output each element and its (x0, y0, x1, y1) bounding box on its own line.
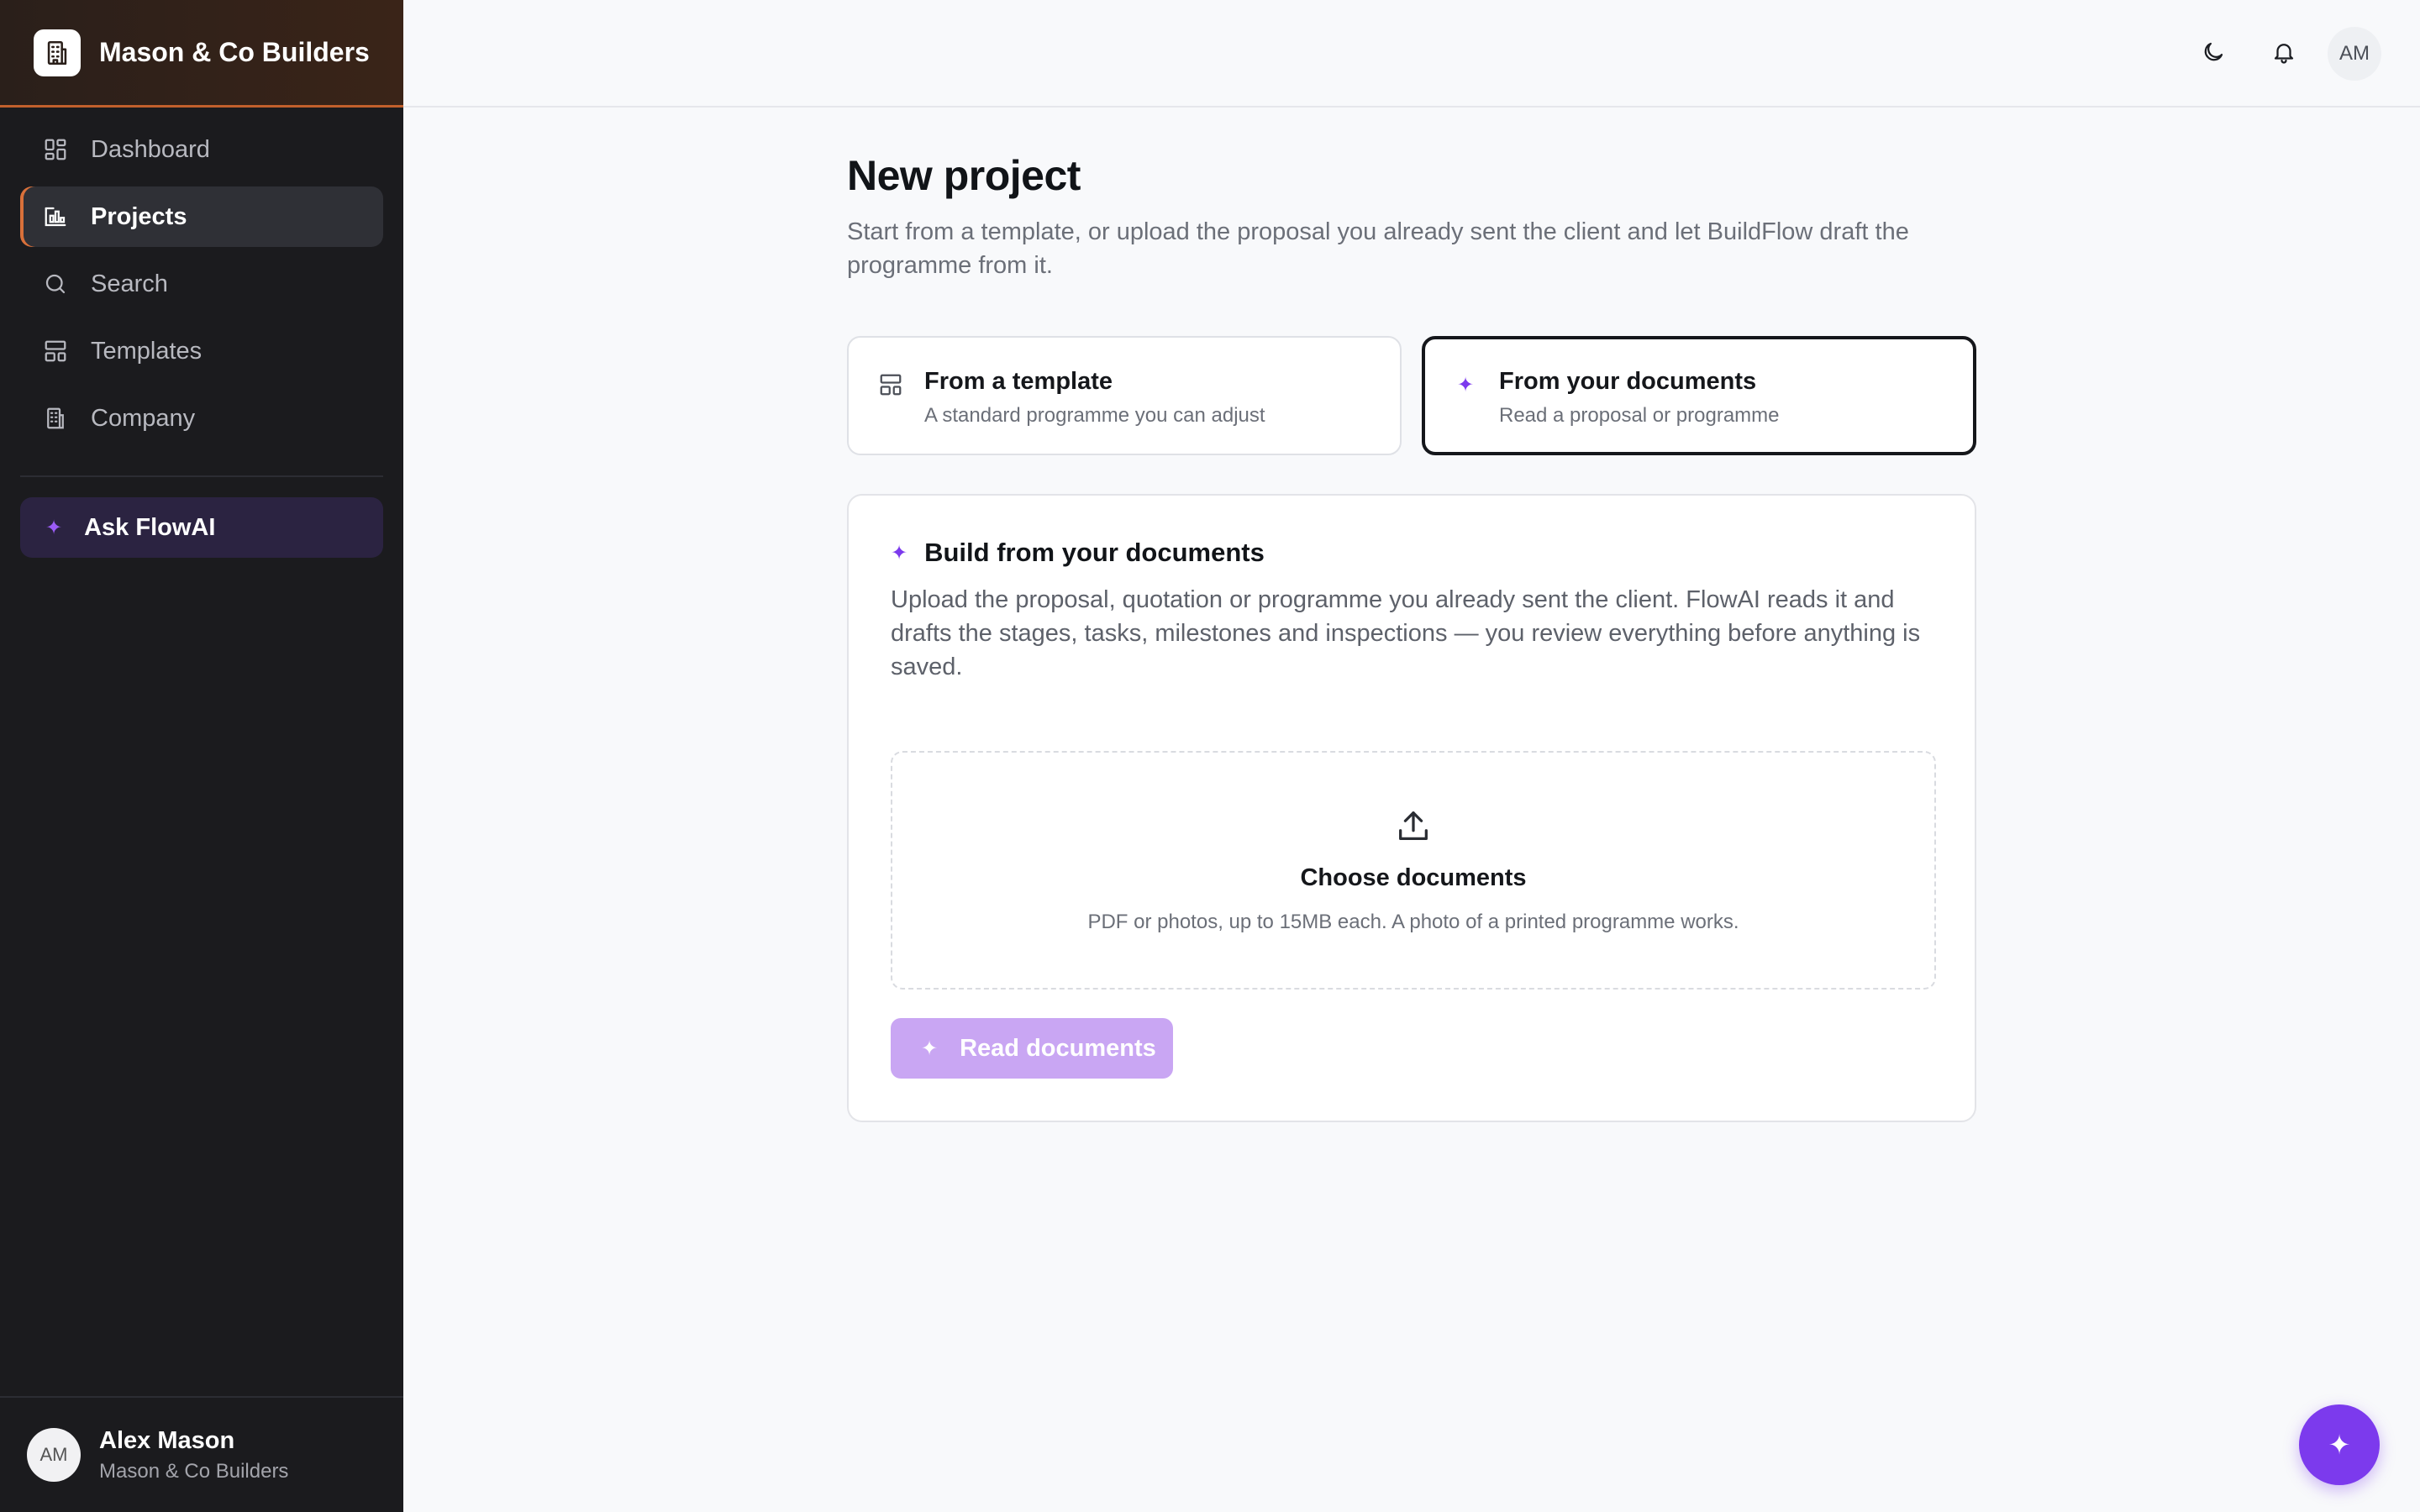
notifications-button[interactable] (2257, 27, 2311, 81)
upload-icon (1394, 806, 1433, 849)
card-title: Build from your documents (924, 538, 1265, 567)
option-title: From your documents (1499, 368, 1757, 395)
option-text: From a template A standard programme you… (924, 368, 1265, 428)
user-company: Mason & Co Builders (99, 1459, 289, 1483)
read-documents-button[interactable]: ✦ Read documents (891, 1018, 1173, 1079)
option-title: From a template (924, 368, 1113, 395)
template-icon (877, 371, 904, 398)
topbar: AM (403, 0, 2420, 108)
sidebar: Mason & Co Builders Dashboard Projects S… (0, 0, 403, 1512)
user-meta: Alex Mason Mason & Co Builders (99, 1427, 288, 1483)
templates-icon (42, 338, 69, 365)
dashboard-icon (42, 136, 69, 163)
sparkle-icon: ✦ (45, 516, 63, 539)
project-source-options: From a template A standard programme you… (847, 336, 1978, 455)
sidebar-nav: Dashboard Projects Search Templates Comp… (0, 108, 403, 497)
read-documents-label: Read documents (960, 1034, 1156, 1062)
sidebar-item-label: Dashboard (91, 135, 210, 163)
option-from-documents[interactable]: ✦ From your documents Read a proposal or… (1422, 336, 1976, 455)
avatar[interactable]: AM (2328, 27, 2381, 81)
ask-flowai-label: Ask FlowAI (84, 513, 216, 541)
sparkle-icon: ✦ (1456, 373, 1475, 396)
sidebar-item-label: Company (91, 404, 196, 432)
sidebar-item-templates[interactable]: Templates (20, 321, 383, 381)
building-icon (34, 29, 81, 76)
sidebar-item-label: Search (91, 270, 168, 297)
sidebar-item-search[interactable]: Search (20, 254, 383, 314)
flowai-fab-button[interactable]: ✦ (2299, 1404, 2380, 1485)
user-name: Alex Mason (99, 1426, 235, 1454)
page-subtitle: Start from a template, or upload the pro… (847, 218, 1909, 279)
brand-name: Mason & Co Builders (99, 37, 370, 67)
sidebar-item-dashboard[interactable]: Dashboard (20, 119, 383, 180)
dropzone-title: Choose documents (1300, 864, 1527, 891)
option-text: From your documents Read a proposal or p… (1499, 368, 1780, 428)
ask-flowai-button[interactable]: ✦ Ask FlowAI (20, 497, 383, 558)
option-subtitle: A standard programme you can adjust (924, 404, 1265, 427)
main-content: New project Start from a template, or up… (847, 108, 1978, 1122)
sparkle-icon: ✦ (2328, 1430, 2351, 1460)
avatar: AM (27, 1428, 81, 1482)
option-from-template[interactable]: From a template A standard programme you… (847, 336, 1402, 455)
dropzone-hint: PDF or photos, up to 15MB each. A photo … (1087, 911, 1739, 933)
build-from-documents-card: ✦ Build from your documents Upload the p… (847, 494, 1976, 1122)
divider (20, 475, 383, 477)
building-icon (42, 405, 69, 432)
bell-icon (2271, 39, 2296, 69)
sidebar-item-label: Projects (91, 202, 187, 230)
brand-header[interactable]: Mason & Co Builders (0, 0, 403, 108)
projects-icon (42, 203, 69, 230)
theme-toggle-button[interactable] (2186, 27, 2240, 81)
user-profile[interactable]: AM Alex Mason Mason & Co Builders (0, 1396, 403, 1512)
sparkle-icon: ✦ (891, 541, 908, 564)
sidebar-item-label: Templates (91, 337, 203, 365)
topbar-actions: AM (2170, 27, 2381, 81)
moon-icon (2201, 39, 2226, 69)
sidebar-item-projects[interactable]: Projects (20, 186, 383, 247)
document-dropzone[interactable]: Choose documents PDF or photos, up to 15… (891, 751, 1936, 990)
sparkle-icon: ✦ (921, 1037, 939, 1060)
sidebar-item-company[interactable]: Company (20, 388, 383, 449)
option-subtitle: Read a proposal or programme (1499, 404, 1780, 427)
page-title: New project (847, 152, 1081, 199)
card-description: Upload the proposal, quotation or progra… (891, 586, 1921, 680)
search-icon (42, 270, 69, 297)
card-header: ✦ Build from your documents (891, 538, 1933, 568)
